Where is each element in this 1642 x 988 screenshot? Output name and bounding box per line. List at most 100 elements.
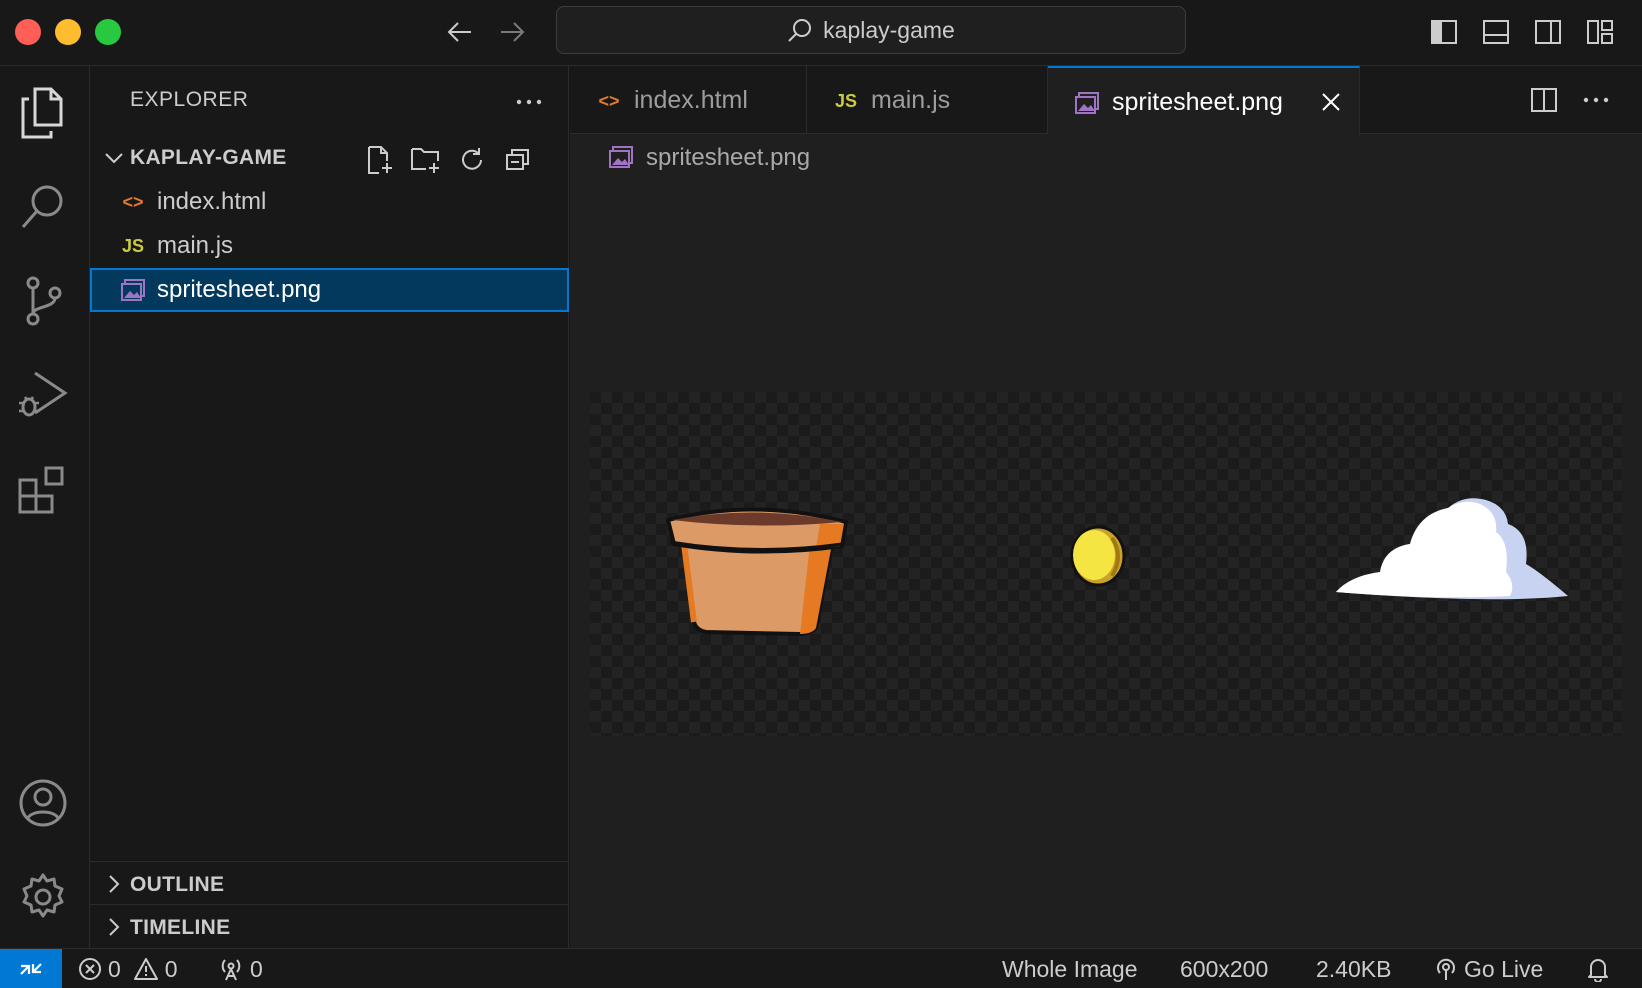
folder-header-kaplay-game[interactable]: KAPLAY-GAME bbox=[90, 136, 569, 180]
image-file-size: 2.40KB bbox=[1316, 949, 1391, 988]
tab-label: main.js bbox=[871, 86, 951, 114]
command-center-label: kaplay-game bbox=[823, 16, 955, 43]
command-center-search[interactable]: kaplay-game bbox=[556, 6, 1186, 54]
breadcrumb: spritesheet.png bbox=[570, 134, 1642, 178]
window-close-button[interactable] bbox=[15, 19, 41, 45]
split-editor-icon bbox=[1531, 88, 1557, 112]
timeline-pane-header[interactable]: TIMELINE bbox=[90, 904, 569, 948]
source-control-icon bbox=[26, 276, 62, 326]
warning-count: 0 bbox=[164, 955, 178, 982]
remote-icon bbox=[20, 963, 42, 975]
go-live-button[interactable]: Go Live bbox=[1434, 949, 1543, 988]
editor-area: <> index.html JS main.js spritesheet.png… bbox=[570, 66, 1642, 948]
more-icon bbox=[516, 99, 542, 105]
close-icon[interactable] bbox=[1315, 86, 1347, 118]
warning-icon bbox=[133, 957, 159, 981]
collapse-all-icon bbox=[506, 149, 529, 170]
toggle-panel-button[interactable] bbox=[1478, 14, 1514, 50]
dimensions-label: 600x200 bbox=[1180, 955, 1269, 982]
toggle-panel-icon bbox=[1483, 20, 1509, 44]
chevron-down-icon bbox=[100, 144, 128, 172]
problems-indicator[interactable]: 0 0 bbox=[78, 949, 178, 988]
html-file-icon: <> bbox=[598, 90, 620, 111]
image-preview[interactable] bbox=[590, 392, 1622, 736]
collapse-folders-button[interactable] bbox=[500, 142, 536, 178]
coin-sprite bbox=[1070, 525, 1126, 587]
files-icon bbox=[21, 87, 63, 139]
status-bar: 0 0 0 Whole Image 600x200 2.40KB Go Live bbox=[0, 948, 1642, 988]
image-file-icon bbox=[608, 144, 634, 170]
activity-manage[interactable] bbox=[0, 862, 86, 932]
error-count: 0 bbox=[108, 955, 121, 982]
window-minimize-button[interactable] bbox=[55, 19, 81, 45]
run-and-debug-icon bbox=[19, 371, 68, 417]
editor-tabs: <> index.html JS main.js spritesheet.png bbox=[570, 66, 1642, 135]
go-forward-button[interactable] bbox=[494, 14, 530, 50]
search-icon bbox=[21, 185, 63, 228]
flower-pot-sprite bbox=[665, 507, 849, 637]
broadcast-icon bbox=[218, 956, 244, 982]
go-back-button[interactable] bbox=[442, 14, 478, 50]
image-file-icon bbox=[1074, 90, 1100, 116]
notifications-button[interactable] bbox=[1586, 949, 1610, 988]
sidebar-title: EXPLORER bbox=[130, 88, 249, 111]
new-folder-icon bbox=[411, 148, 439, 173]
breadcrumb-item[interactable]: spritesheet.png bbox=[646, 144, 810, 172]
cloud-sprite bbox=[1336, 498, 1568, 600]
activity-accounts[interactable] bbox=[0, 768, 86, 838]
image-file-icon bbox=[120, 277, 146, 303]
chevron-right-icon bbox=[100, 870, 128, 898]
bell-icon bbox=[1586, 956, 1610, 982]
editor-more-actions-button[interactable] bbox=[1578, 82, 1614, 118]
file-name: index.html bbox=[157, 188, 267, 215]
file-name: spritesheet.png bbox=[157, 276, 322, 303]
remote-indicator-button[interactable] bbox=[0, 949, 62, 988]
file-item-main-js[interactable]: JS main.js bbox=[90, 224, 569, 268]
pane-title: OUTLINE bbox=[130, 873, 225, 896]
activity-explorer[interactable] bbox=[0, 78, 86, 148]
activity-extensions[interactable] bbox=[0, 456, 86, 526]
image-dimensions: 600x200 bbox=[1180, 949, 1268, 988]
more-icon bbox=[1583, 97, 1609, 103]
js-file-icon: JS bbox=[121, 235, 145, 256]
ports-count: 0 bbox=[250, 955, 263, 982]
chevron-right-icon bbox=[100, 913, 128, 941]
title-bar: kaplay-game bbox=[0, 0, 1642, 66]
toggle-secondary-sidebar-button[interactable] bbox=[1530, 14, 1566, 50]
js-file-icon: JS bbox=[834, 90, 858, 111]
customize-layout-button[interactable] bbox=[1582, 14, 1618, 50]
sidebar-header: EXPLORER bbox=[90, 66, 569, 136]
extensions-icon bbox=[18, 466, 64, 514]
tab-spritesheet-png[interactable]: spritesheet.png bbox=[1048, 66, 1360, 135]
new-file-button[interactable] bbox=[362, 142, 398, 178]
arrow-right-icon bbox=[501, 22, 525, 42]
tab-main-js[interactable]: JS main.js bbox=[807, 66, 1048, 134]
tab-index-html[interactable]: <> index.html bbox=[570, 66, 807, 134]
size-label: 2.40KB bbox=[1316, 955, 1392, 982]
outline-pane-header[interactable]: OUTLINE bbox=[90, 861, 569, 905]
explorer-sidebar: EXPLORER KAPLAY-GAME <> index.html JS ma… bbox=[90, 66, 569, 948]
gear-icon bbox=[22, 873, 64, 918]
ports-indicator[interactable]: 0 bbox=[218, 949, 263, 988]
new-folder-button[interactable] bbox=[408, 142, 444, 178]
refresh-explorer-button[interactable] bbox=[454, 142, 490, 178]
sidebar-more-actions-button[interactable] bbox=[511, 84, 547, 120]
image-zoom-indicator[interactable]: Whole Image bbox=[1002, 949, 1138, 988]
split-editor-button[interactable] bbox=[1526, 82, 1562, 118]
arrow-left-icon bbox=[447, 22, 471, 42]
file-name: main.js bbox=[157, 232, 234, 259]
folder-name: KAPLAY-GAME bbox=[130, 146, 287, 169]
new-file-icon bbox=[368, 146, 392, 174]
toggle-primary-sidebar-icon bbox=[1431, 20, 1457, 44]
go-live-label: Go Live bbox=[1464, 955, 1544, 982]
activity-source-control[interactable] bbox=[0, 266, 86, 336]
file-item-index-html[interactable]: <> index.html bbox=[90, 180, 569, 224]
window-maximize-button[interactable] bbox=[95, 19, 121, 45]
toggle-primary-sidebar-button[interactable] bbox=[1426, 14, 1462, 50]
activity-bar bbox=[0, 66, 90, 948]
activity-run-and-debug[interactable] bbox=[0, 360, 86, 430]
zoom-label: Whole Image bbox=[1002, 955, 1138, 982]
activity-search[interactable] bbox=[0, 172, 86, 242]
account-icon bbox=[19, 779, 67, 827]
file-item-spritesheet-png[interactable]: spritesheet.png bbox=[90, 268, 569, 312]
